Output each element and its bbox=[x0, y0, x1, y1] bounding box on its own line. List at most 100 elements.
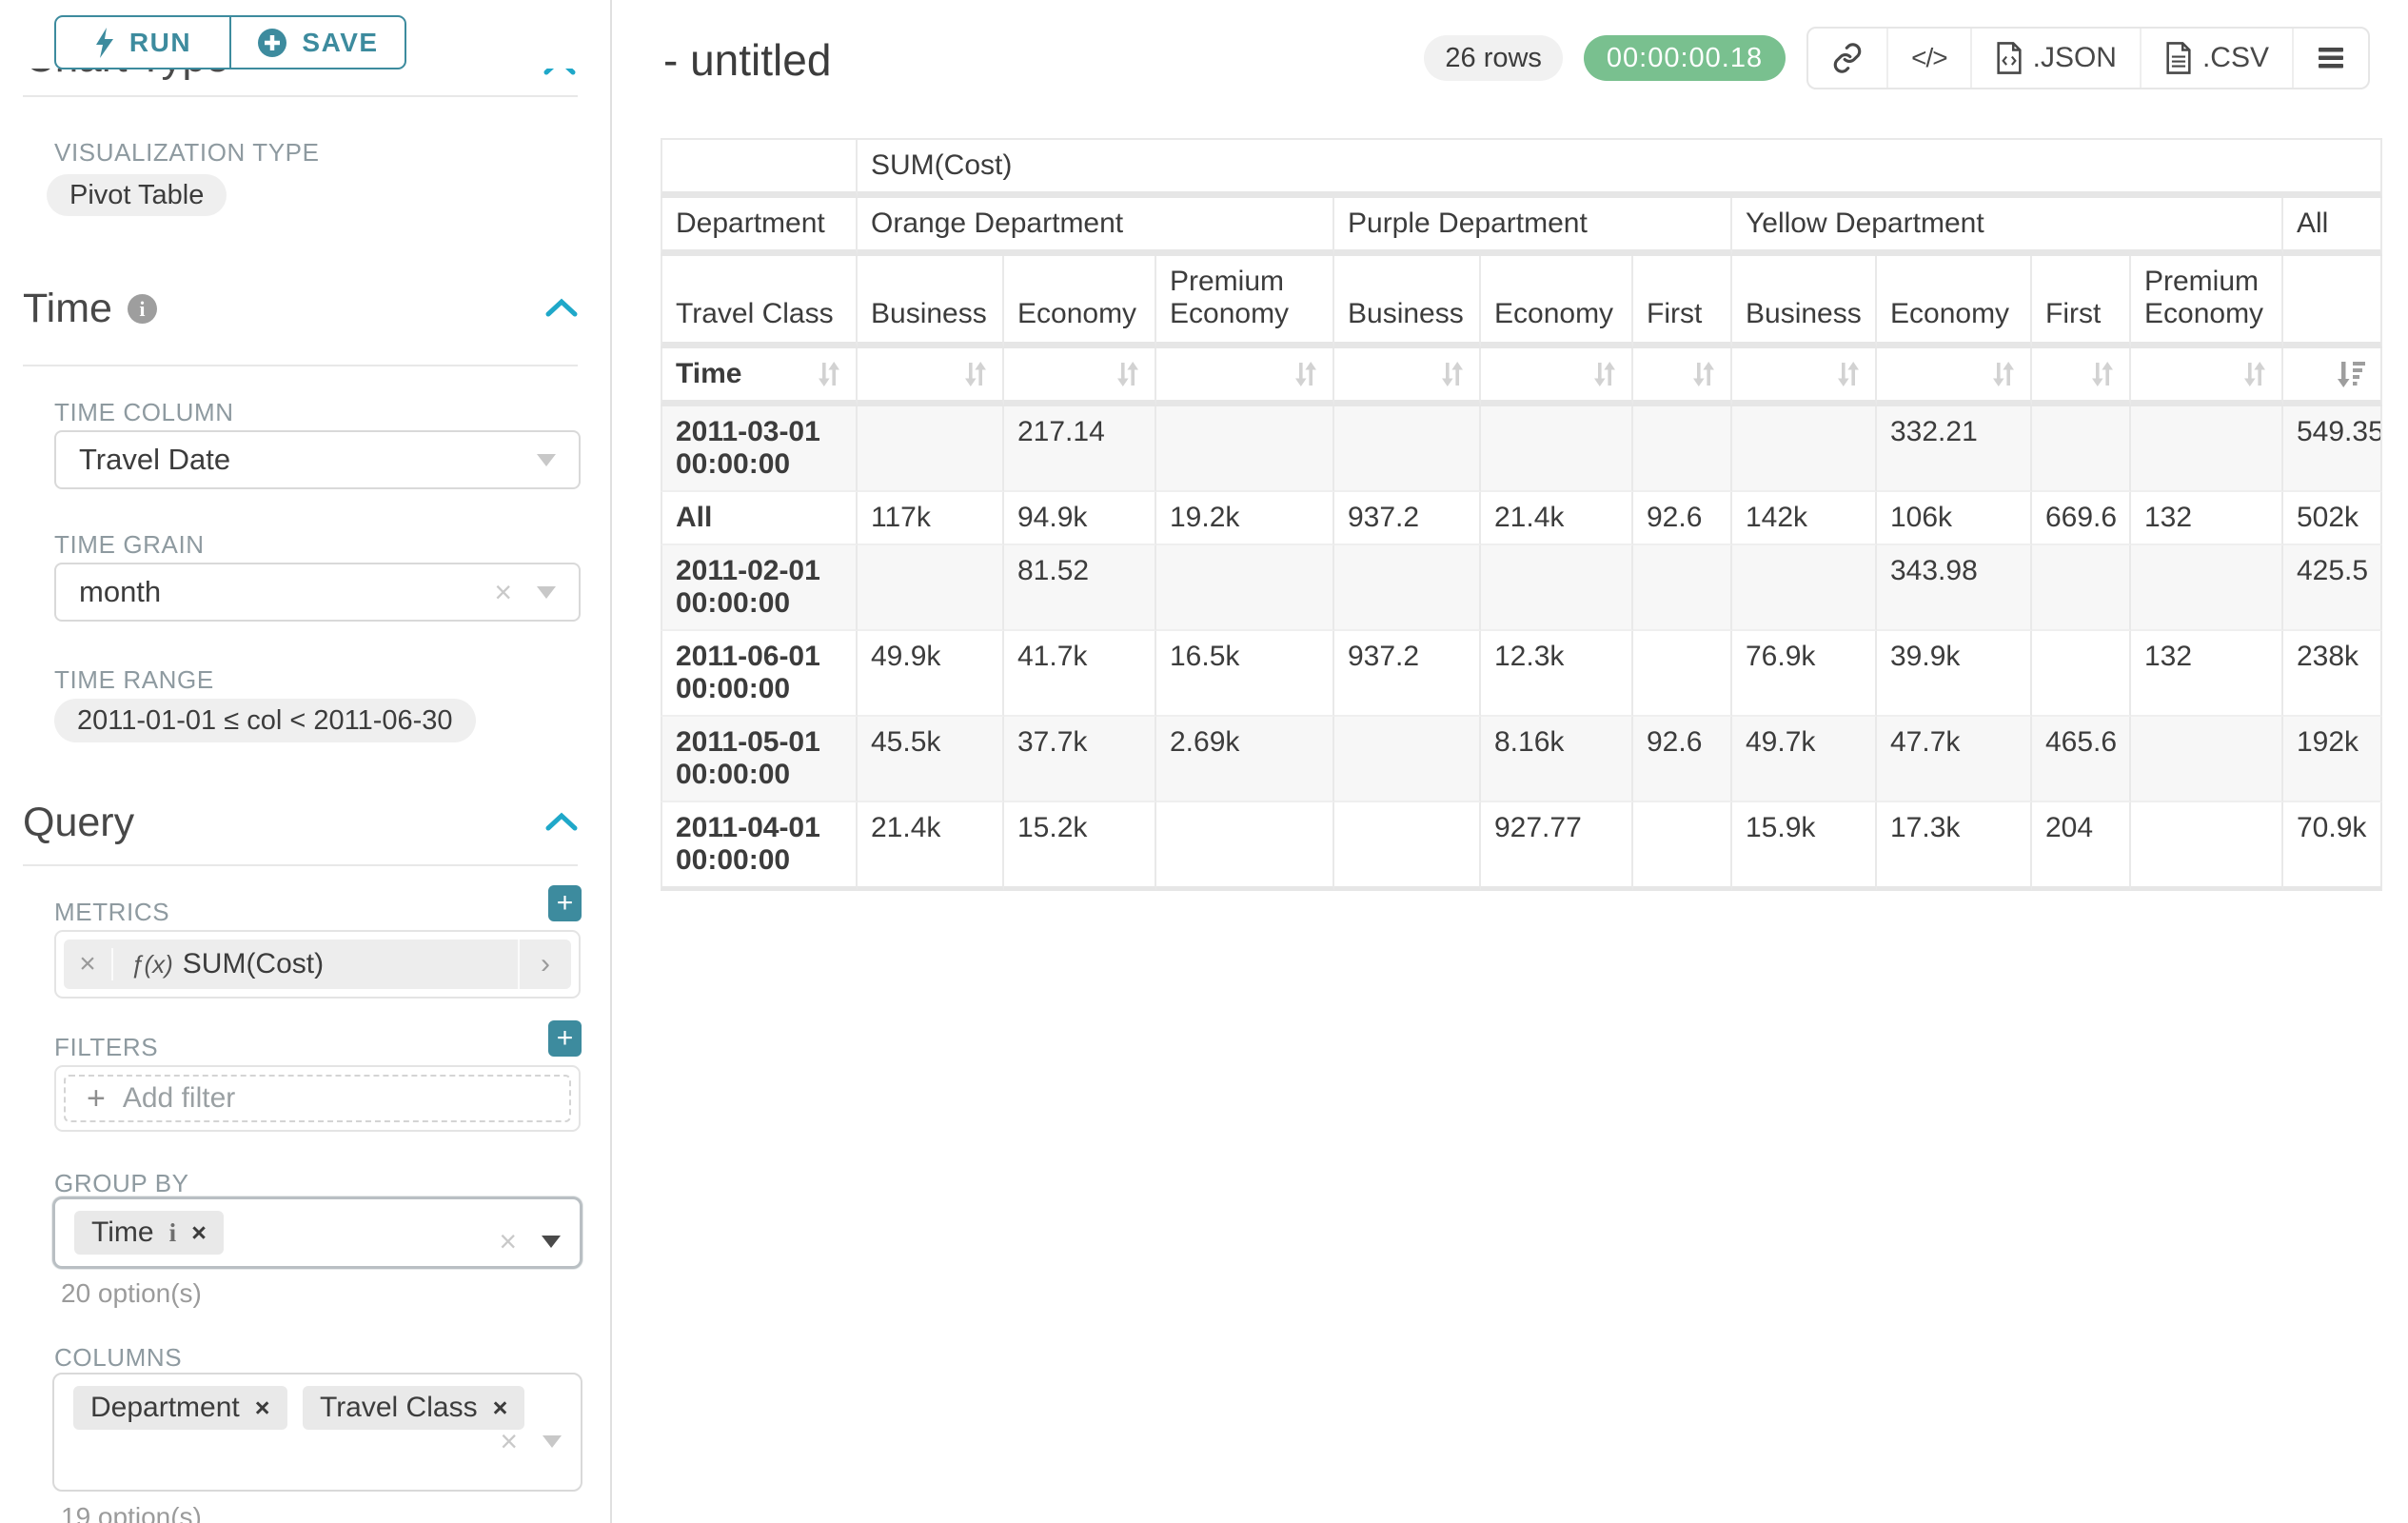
class-header: Economy bbox=[1004, 256, 1156, 348]
viz-type-pill[interactable]: Pivot Table bbox=[47, 174, 227, 216]
export-csv-button[interactable]: .CSV bbox=[2140, 29, 2292, 88]
info-icon: i bbox=[128, 294, 157, 324]
metric-header-cell: SUM(Cost) bbox=[858, 138, 2382, 198]
time-column-select[interactable]: Travel Date bbox=[54, 430, 581, 489]
hamburger-icon bbox=[2317, 46, 2345, 70]
columns-select[interactable]: Department × Travel Class × × bbox=[52, 1373, 582, 1492]
remove-tag-icon[interactable]: × bbox=[191, 1218, 207, 1248]
value-cell: 106k bbox=[1877, 492, 2032, 545]
remove-metric-icon[interactable]: × bbox=[64, 948, 113, 980]
time-grain-label: TIME GRAIN bbox=[54, 530, 205, 560]
sort-icon[interactable] bbox=[1293, 360, 1319, 388]
value-cell bbox=[858, 406, 1004, 492]
copy-link-button[interactable] bbox=[1808, 29, 1886, 88]
sort-icon[interactable] bbox=[2241, 360, 2268, 388]
row-label: 2011-05-01 00:00:00 bbox=[661, 717, 858, 802]
value-cell: 343.98 bbox=[1877, 545, 2032, 631]
group-by-select[interactable]: Time i × × bbox=[52, 1197, 582, 1269]
sort-icon[interactable] bbox=[2089, 360, 2116, 388]
class-header: Premium Economy bbox=[1156, 256, 1334, 348]
department-group-header: All bbox=[2283, 198, 2382, 256]
value-cell: 70.9k bbox=[2283, 802, 2382, 891]
metric-item[interactable]: × ƒ(x) SUM(Cost) › bbox=[64, 940, 571, 989]
clear-icon[interactable]: × bbox=[500, 1424, 518, 1459]
class-header: Business bbox=[1732, 256, 1877, 348]
remove-tag-icon[interactable]: × bbox=[493, 1394, 508, 1423]
sort-icon[interactable] bbox=[1591, 360, 1618, 388]
save-button[interactable]: SAVE bbox=[229, 17, 405, 68]
chevron-right-icon[interactable]: › bbox=[518, 940, 571, 989]
value-cell bbox=[2131, 406, 2283, 492]
remove-tag-icon[interactable]: × bbox=[255, 1394, 270, 1423]
file-text-icon bbox=[2164, 42, 2193, 74]
export-toolbar: </> .JSON .CSV bbox=[1806, 27, 2370, 89]
chevron-down-icon bbox=[537, 586, 556, 599]
time-collapse-icon[interactable] bbox=[544, 297, 579, 318]
value-cell: 16.5k bbox=[1156, 631, 1334, 717]
add-metric-button[interactable]: + bbox=[548, 885, 582, 921]
sort-desc-icon[interactable] bbox=[2337, 360, 2367, 388]
time-range-pill[interactable]: 2011-01-01 ≤ col < 2011-06-30 bbox=[54, 699, 476, 742]
value-cell: 2.69k bbox=[1156, 717, 1334, 802]
run-save-group: RUN SAVE bbox=[54, 15, 406, 69]
bolt-icon bbox=[94, 28, 115, 58]
department-group-header: Yellow Department bbox=[1732, 198, 2283, 256]
add-filter-button[interactable]: + Add filter bbox=[64, 1075, 571, 1122]
value-cell bbox=[1334, 545, 1481, 631]
table-row: 2011-05-01 00:00:0045.5k37.7k2.69k8.16k9… bbox=[661, 717, 2382, 802]
group-by-label: GROUP BY bbox=[54, 1169, 189, 1198]
metrics-label: METRICS bbox=[54, 898, 169, 927]
chevron-down-icon bbox=[537, 454, 556, 466]
time-grain-select[interactable]: month × bbox=[54, 563, 581, 622]
columns-options-hint: 19 option(s) bbox=[61, 1502, 202, 1523]
class-header-row: Travel ClassBusinessEconomyPremium Econo… bbox=[661, 256, 2382, 348]
row-label: 2011-02-01 00:00:00 bbox=[661, 545, 858, 631]
value-cell: 94.9k bbox=[1004, 492, 1156, 545]
value-cell: 49.9k bbox=[858, 631, 1004, 717]
sort-icon[interactable] bbox=[1690, 360, 1717, 388]
export-json-button[interactable]: .JSON bbox=[1970, 29, 2140, 88]
value-cell bbox=[2032, 631, 2131, 717]
clear-icon[interactable]: × bbox=[494, 575, 512, 610]
value-cell: 49.7k bbox=[1732, 717, 1877, 802]
value-cell: 39.9k bbox=[1877, 631, 2032, 717]
sort-icon[interactable] bbox=[962, 360, 989, 388]
value-cell: 47.7k bbox=[1877, 717, 2032, 802]
sort-icon[interactable] bbox=[1835, 360, 1862, 388]
chart-title[interactable]: - untitled bbox=[663, 34, 831, 86]
columns-label: COLUMNS bbox=[54, 1343, 182, 1373]
value-cell: 45.5k bbox=[858, 717, 1004, 802]
add-filter-plus-button[interactable]: + bbox=[548, 1020, 582, 1057]
time-label: Time bbox=[676, 358, 741, 390]
value-cell: 465.6 bbox=[2032, 717, 2131, 802]
value-cell bbox=[2032, 406, 2131, 492]
visualization-type-label: VISUALIZATION TYPE bbox=[54, 138, 320, 168]
value-cell: 21.4k bbox=[1481, 492, 1633, 545]
value-cell bbox=[1156, 802, 1334, 891]
column-info-icon: i bbox=[169, 1218, 177, 1248]
clear-icon[interactable]: × bbox=[499, 1224, 517, 1259]
query-collapse-icon[interactable] bbox=[544, 811, 579, 832]
class-header bbox=[2283, 256, 2382, 348]
value-cell bbox=[1481, 406, 1633, 492]
function-icon: ƒ(x) bbox=[130, 950, 173, 979]
value-cell: 238k bbox=[2283, 631, 2382, 717]
menu-button[interactable] bbox=[2292, 29, 2368, 88]
value-cell: 502k bbox=[2283, 492, 2382, 545]
row-count-badge: 26 rows bbox=[1424, 35, 1563, 81]
run-button[interactable]: RUN bbox=[56, 17, 229, 68]
sort-icon[interactable] bbox=[816, 360, 842, 388]
value-cell: 217.14 bbox=[1004, 406, 1156, 492]
sort-icon[interactable] bbox=[1990, 360, 2017, 388]
value-cell: 76.9k bbox=[1732, 631, 1877, 717]
department-group-header: Orange Department bbox=[858, 198, 1334, 256]
value-cell bbox=[1732, 406, 1877, 492]
sort-icon[interactable] bbox=[1439, 360, 1466, 388]
embed-code-button[interactable]: </> bbox=[1886, 29, 1969, 88]
department-group-header: Purple Department bbox=[1334, 198, 1732, 256]
value-cell bbox=[2131, 545, 2283, 631]
class-header: Business bbox=[858, 256, 1004, 348]
value-cell bbox=[1334, 802, 1481, 891]
row-label: 2011-03-01 00:00:00 bbox=[661, 406, 858, 492]
sort-icon[interactable] bbox=[1115, 360, 1141, 388]
